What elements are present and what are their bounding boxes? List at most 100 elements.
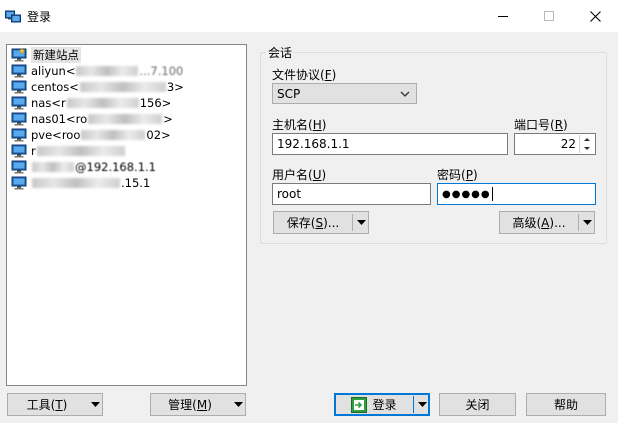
login-button-main[interactable]: 登录 bbox=[335, 394, 413, 415]
tools-dropdown[interactable] bbox=[87, 394, 103, 415]
manage-button-label: 管理 bbox=[168, 398, 193, 412]
username-input[interactable]: root bbox=[272, 183, 431, 205]
session-group-title: 会话 bbox=[266, 44, 295, 61]
monitor-icon bbox=[11, 80, 27, 94]
app-icon bbox=[5, 8, 21, 24]
protocol-label: 文件协议(F) bbox=[272, 68, 337, 82]
site-item[interactable]: nas<r 156> bbox=[11, 95, 171, 111]
site-label-end: ...7.100 bbox=[139, 64, 184, 78]
site-item[interactable]: pve<roo 02> bbox=[11, 127, 171, 143]
protocol-value: SCP bbox=[277, 86, 301, 101]
site-item[interactable]: r bbox=[11, 143, 126, 159]
login-icon bbox=[351, 396, 368, 413]
tools-accel-key: T bbox=[55, 397, 63, 412]
password-label-text: 密码 bbox=[437, 168, 462, 182]
site-label: nas01<ro bbox=[31, 112, 88, 126]
host-value: 192.168.1.1 bbox=[277, 137, 350, 151]
port-label-text: 端口号 bbox=[514, 118, 551, 132]
site-item[interactable]: @192.168.1.1 bbox=[11, 159, 156, 175]
site-label: 新建站点 bbox=[31, 47, 81, 63]
dropdown-arrow-icon bbox=[91, 402, 100, 407]
dropdown-arrow-icon bbox=[234, 402, 243, 407]
username-label: 用户名(U) bbox=[272, 168, 327, 182]
monitor-icon bbox=[11, 160, 27, 174]
protocol-label-text: 文件协议 bbox=[272, 68, 321, 82]
site-label-end: @192.168.1.1 bbox=[75, 160, 156, 174]
site-label: nas<r bbox=[31, 96, 66, 110]
username-accel-key: U bbox=[312, 168, 322, 182]
site-item-new[interactable]: 新建站点 bbox=[11, 47, 81, 63]
login-dropdown[interactable] bbox=[414, 394, 430, 415]
save-button[interactable]: 保存(S)... bbox=[273, 211, 369, 234]
site-label: r bbox=[31, 144, 36, 158]
password-accel-key: P bbox=[465, 168, 473, 182]
spin-up-icon bbox=[584, 138, 590, 141]
advanced-dropdown[interactable] bbox=[579, 212, 595, 233]
protocol-accel-key: F bbox=[324, 68, 332, 82]
site-item[interactable]: .15.1 bbox=[11, 175, 150, 191]
save-accel-key: S bbox=[315, 215, 324, 230]
monitor-icon bbox=[11, 112, 27, 126]
port-label: 端口号(R) bbox=[514, 118, 568, 132]
username-label-text: 用户名 bbox=[272, 168, 309, 182]
login-button[interactable]: 登录 bbox=[334, 393, 430, 416]
minimize-button[interactable] bbox=[480, 0, 526, 32]
manage-button[interactable]: 管理(M) bbox=[150, 393, 246, 416]
maximize-button[interactable] bbox=[526, 0, 572, 32]
text-caret bbox=[491, 187, 493, 201]
close-button-label: 关闭 bbox=[465, 398, 490, 412]
minimize-icon bbox=[498, 15, 508, 17]
redacted-text bbox=[66, 98, 139, 108]
host-label-text: 主机名 bbox=[272, 118, 309, 132]
redacted-text bbox=[81, 130, 146, 140]
redacted-text bbox=[88, 114, 163, 124]
host-input[interactable]: 192.168.1.1 bbox=[272, 133, 508, 155]
monitor-icon bbox=[11, 96, 27, 110]
help-button[interactable]: 帮助 bbox=[526, 393, 606, 416]
save-button-main[interactable]: 保存(S)... bbox=[274, 212, 352, 233]
manage-dropdown[interactable] bbox=[230, 394, 246, 415]
port-input[interactable]: 22 bbox=[514, 133, 596, 155]
monitor-icon bbox=[11, 128, 27, 142]
site-label-end: 156> bbox=[139, 96, 172, 110]
login-button-label: 登录 bbox=[372, 398, 397, 412]
password-input[interactable]: ●●●●● bbox=[437, 183, 596, 205]
tools-button-main[interactable]: 工具(T) bbox=[8, 394, 86, 415]
site-item[interactable]: aliyun< ...7.100 bbox=[11, 63, 183, 79]
password-masked-value: ●●●●● bbox=[442, 188, 491, 200]
redacted-text bbox=[36, 146, 125, 156]
save-ellipsis: ... bbox=[327, 215, 340, 230]
site-label-end: > bbox=[163, 112, 173, 126]
close-window-button[interactable] bbox=[572, 0, 618, 32]
dropdown-arrow-icon bbox=[357, 220, 366, 225]
port-accel-key: R bbox=[554, 118, 564, 132]
maximize-icon bbox=[544, 11, 554, 21]
monitor-icon bbox=[11, 176, 27, 190]
site-label-end: .15.1 bbox=[121, 176, 151, 190]
monitor-icon bbox=[11, 144, 27, 158]
protocol-select[interactable]: SCP bbox=[272, 83, 417, 104]
close-button[interactable]: 关闭 bbox=[439, 393, 516, 416]
manage-button-main[interactable]: 管理(M) bbox=[151, 394, 229, 415]
port-spinner[interactable] bbox=[579, 135, 594, 153]
tools-button[interactable]: 工具(T) bbox=[7, 393, 103, 416]
save-button-label: 保存 bbox=[286, 216, 311, 230]
redacted-text bbox=[32, 162, 74, 172]
tools-button-label: 工具 bbox=[26, 398, 51, 412]
save-dropdown[interactable] bbox=[353, 212, 369, 233]
host-label: 主机名(H) bbox=[272, 118, 327, 132]
advanced-button-main[interactable]: 高级(A)... bbox=[500, 212, 578, 233]
window-title: 登录 bbox=[27, 10, 52, 24]
redacted-text bbox=[76, 66, 139, 76]
advanced-button[interactable]: 高级(A)... bbox=[499, 211, 595, 234]
redacted-text bbox=[79, 82, 166, 92]
host-accel-key: H bbox=[312, 118, 322, 132]
site-item[interactable]: nas01<ro > bbox=[11, 111, 173, 127]
username-value: root bbox=[277, 187, 302, 201]
manage-accel-key: M bbox=[196, 397, 208, 412]
advanced-accel-key: A bbox=[541, 215, 550, 230]
port-value: 22 bbox=[560, 137, 576, 151]
site-item[interactable]: centos< 3> bbox=[11, 79, 184, 95]
site-tree[interactable]: 新建站点 aliyun< ...7.100 centos< 3> nas<r 1… bbox=[6, 44, 247, 386]
dropdown-arrow-icon bbox=[418, 402, 427, 407]
